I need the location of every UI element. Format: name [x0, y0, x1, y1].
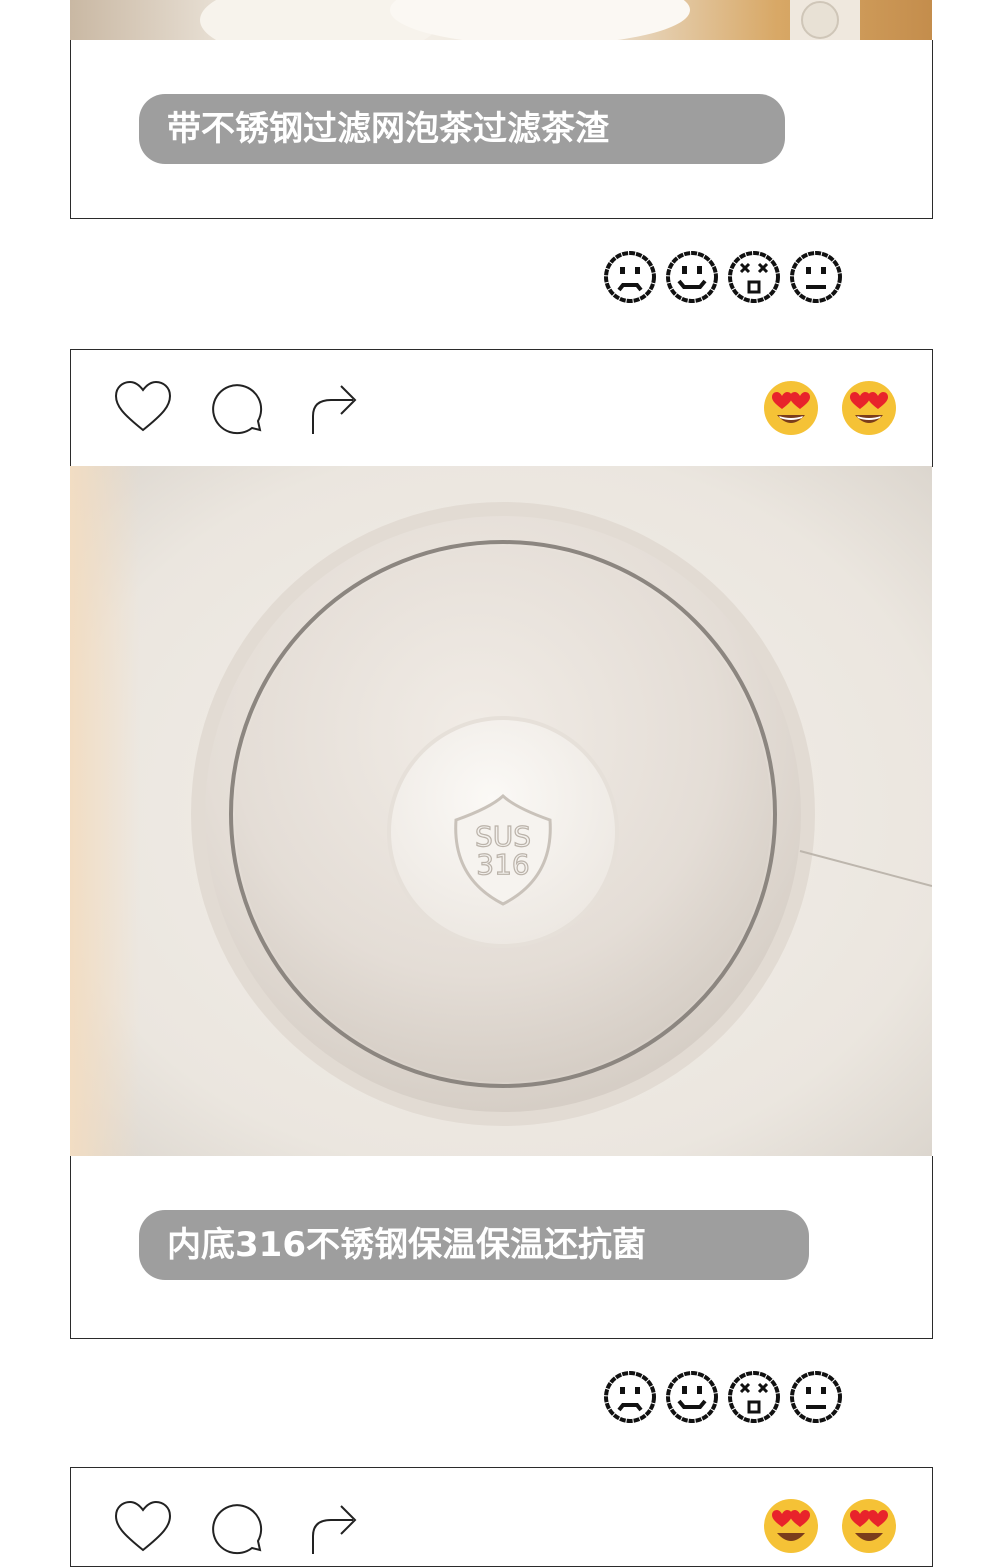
kettle-interior-photo: SUS 316 — [70, 466, 932, 1156]
neutral-face-icon[interactable] — [788, 249, 844, 305]
share-icon[interactable] — [305, 378, 365, 438]
heart-eyes-emoji[interactable] — [840, 1497, 898, 1555]
share-icon[interactable] — [305, 1498, 365, 1558]
comment-icon[interactable] — [210, 380, 270, 440]
smile-face-icon[interactable] — [664, 249, 720, 305]
heart-icon[interactable] — [113, 378, 173, 438]
reaction-faces-row — [602, 249, 844, 305]
heart-eyes-emoji[interactable] — [762, 1497, 820, 1555]
heart-icon[interactable] — [113, 1498, 173, 1558]
embossed-mark-316: 316 — [476, 848, 529, 881]
smile-face-icon[interactable] — [664, 1369, 720, 1425]
heart-eyes-emoji[interactable] — [840, 379, 898, 437]
caption-text: 内底316不锈钢保温保温还抗菌 — [167, 1225, 646, 1265]
top-product-photo — [70, 0, 932, 40]
reaction-faces-row — [602, 1369, 844, 1425]
sad-face-icon[interactable] — [602, 249, 658, 305]
caption-bubble: 内底316不锈钢保温保温还抗菌 — [139, 1210, 809, 1280]
neutral-face-icon[interactable] — [788, 1369, 844, 1425]
caption-card-1: 带不锈钢过滤网泡茶过滤茶渣 — [70, 40, 933, 219]
caption-card-2: 内底316不锈钢保温保温还抗菌 — [70, 1156, 933, 1339]
caption-text: 带不锈钢过滤网泡茶过滤茶渣 — [167, 109, 609, 149]
caption-bubble: 带不锈钢过滤网泡茶过滤茶渣 — [139, 94, 785, 164]
dizzy-face-icon[interactable] — [726, 1369, 782, 1425]
sad-face-icon[interactable] — [602, 1369, 658, 1425]
dizzy-face-icon[interactable] — [726, 249, 782, 305]
comment-icon[interactable] — [210, 1500, 270, 1560]
kettle-photo-fragment — [200, 0, 860, 40]
heart-eyes-emoji[interactable] — [762, 379, 820, 437]
kettle-interior-image: SUS 316 — [70, 466, 932, 1156]
